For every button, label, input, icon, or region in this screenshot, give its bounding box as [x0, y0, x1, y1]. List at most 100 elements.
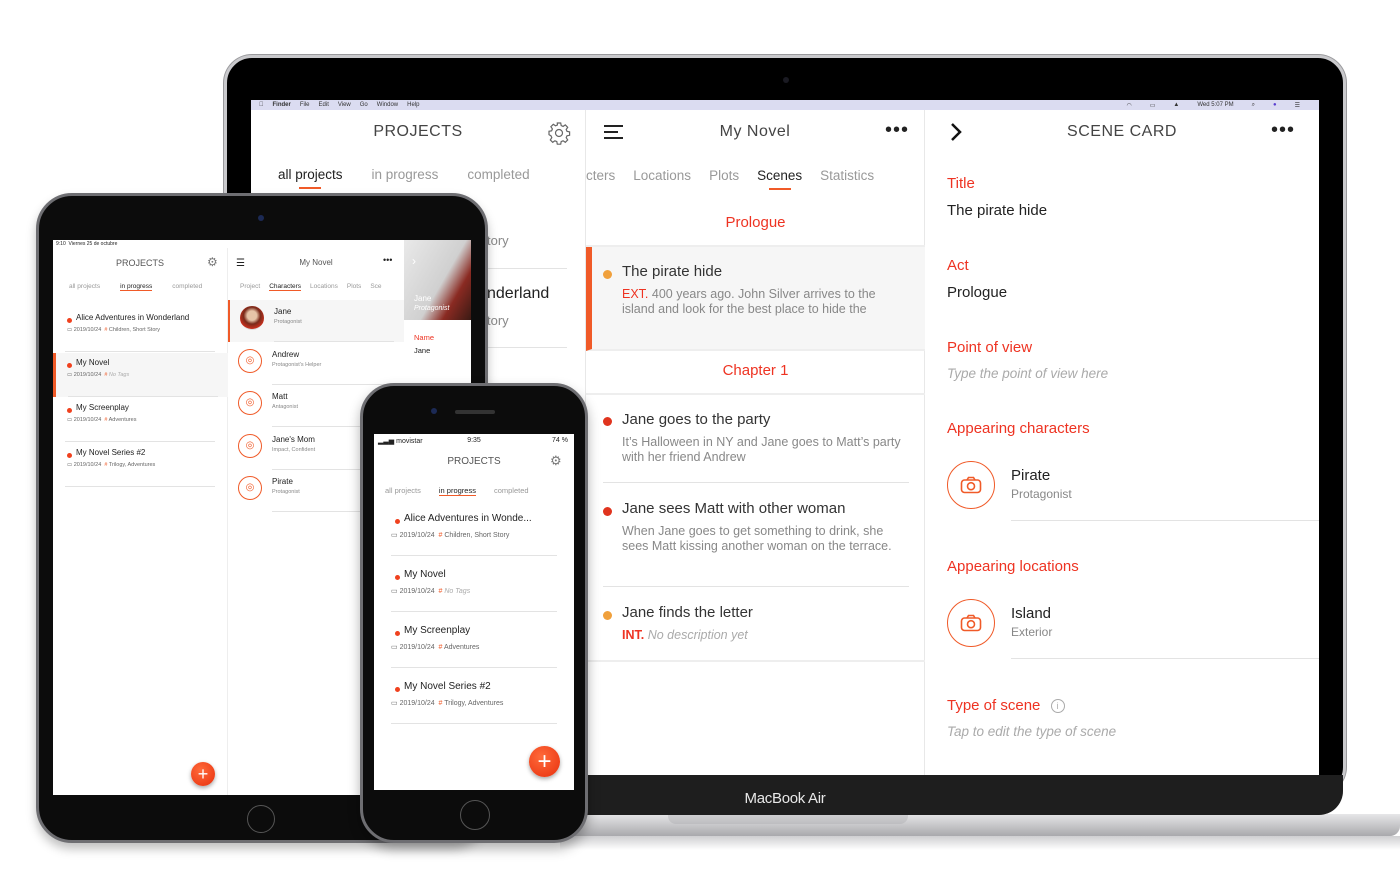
settings-gear-icon[interactable]: ⚙: [550, 453, 562, 469]
menu-finder[interactable]: Finder: [273, 102, 291, 108]
tab-plots[interactable]: Plots: [347, 283, 361, 291]
pov-input[interactable]: Type the point of view here: [947, 366, 1108, 381]
tab-locations[interactable]: Locations: [633, 168, 691, 183]
character-row[interactable]: ◎ Andrew Protagonist's Helper: [228, 343, 404, 385]
character-role: Protagonist's Helper: [272, 361, 322, 368]
settings-gear-icon[interactable]: [547, 121, 571, 145]
project-name: My Novel: [76, 358, 110, 367]
scene-row-selected[interactable]: The pirate hide EXT. 400 years ago. John…: [586, 247, 925, 351]
type-of-scene-input[interactable]: Tap to edit the type of scene: [947, 724, 1116, 739]
project-row[interactable]: My Novel Series #2 ▭ 2019/10/24 # Trilog…: [53, 443, 228, 487]
menu-window[interactable]: Window: [377, 102, 398, 108]
more-options-icon[interactable]: •••: [1271, 119, 1295, 142]
project-name: My Novel Series #2: [76, 448, 146, 457]
menu-go[interactable]: Go: [360, 102, 368, 108]
add-project-button[interactable]: +: [529, 746, 560, 777]
tab-characters[interactable]: cters: [586, 168, 615, 183]
tab-in-progress[interactable]: in progress: [438, 486, 476, 496]
macbook-brand-label: MacBook Air: [744, 790, 826, 807]
chevron-right-icon[interactable]: ›: [412, 254, 416, 268]
settings-gear-icon[interactable]: ⚙: [207, 255, 218, 269]
scene-row[interactable]: Jane sees Matt with other woman When Jan…: [586, 485, 925, 585]
field-label-characters: Appearing characters: [947, 420, 1090, 437]
tab-scenes[interactable]: Sce: [370, 283, 381, 291]
field-value-name[interactable]: Jane: [414, 346, 430, 355]
tab-locations[interactable]: Locations: [310, 283, 338, 291]
project-row[interactable]: My Screenplay ▭ 2019/10/24 # Adventures: [53, 398, 228, 442]
project-row-partial-tags: tory: [487, 313, 509, 328]
project-name: My Novel Series #2: [404, 681, 491, 692]
tab-all-projects[interactable]: all projects: [69, 283, 100, 291]
scene-row[interactable]: Jane finds the letter INT. No descriptio…: [586, 590, 925, 660]
notification-center-icon[interactable]: ☰: [1295, 102, 1300, 109]
status-dot: [603, 611, 612, 620]
tag-icon: #: [104, 462, 108, 468]
menu-edit[interactable]: Edit: [319, 102, 329, 108]
status-dot: [67, 408, 72, 413]
project-row[interactable]: Alice Adventures in Wonde... ▭ 2019/10/2…: [374, 510, 574, 566]
add-project-button[interactable]: +: [191, 762, 215, 786]
project-row[interactable]: My Novel Series #2 ▭ 2019/10/24 # Trilog…: [374, 678, 574, 734]
scene-description: EXT. 400 years ago. John Silver arrives …: [622, 287, 876, 316]
iphone-projects-tabs: all projects in progress completed: [385, 486, 529, 496]
siri-icon[interactable]: ●: [1273, 102, 1277, 109]
character-row[interactable]: Jane Protagonist: [228, 300, 404, 342]
status-dot: [395, 575, 400, 580]
eject-icon[interactable]: ▲: [1173, 102, 1179, 109]
apple-menu-icon[interactable]: : [259, 102, 264, 108]
divider: [391, 667, 557, 668]
location-name[interactable]: Island: [1011, 605, 1051, 622]
iphone-time: 9:35: [467, 437, 481, 444]
tab-completed[interactable]: completed: [467, 167, 529, 182]
tab-all-projects[interactable]: all projects: [278, 167, 343, 189]
project-row-partial-name[interactable]: nderland: [487, 285, 549, 303]
location-avatar[interactable]: [947, 599, 995, 647]
tab-scenes[interactable]: Scenes: [757, 168, 802, 190]
tab-completed[interactable]: completed: [172, 283, 202, 291]
character-name[interactable]: Pirate: [1011, 467, 1050, 484]
tab-all-projects[interactable]: all projects: [385, 486, 421, 496]
tab-completed[interactable]: completed: [494, 486, 529, 496]
tab-in-progress[interactable]: in progress: [120, 283, 153, 291]
macbook-camera: [783, 77, 789, 83]
field-value-title[interactable]: The pirate hide: [947, 202, 1047, 219]
tab-project[interactable]: Project: [240, 283, 260, 291]
project-row[interactable]: My Screenplay ▭ 2019/10/24 # Adventures: [374, 622, 574, 678]
iphone-battery: 74 %: [552, 437, 568, 444]
section-heading-chapter-1: Chapter 1: [586, 362, 925, 395]
character-role-overlay: Protagonist: [414, 305, 450, 312]
menu-view[interactable]: View: [338, 102, 351, 108]
character-role: Protagonist: [274, 319, 302, 325]
wifi-icon[interactable]: ◠: [1126, 102, 1131, 109]
character-avatar[interactable]: [947, 461, 995, 509]
iphone-camera: [431, 408, 437, 414]
project-row[interactable]: My Novel ▭ 2019/10/24 # No Tags: [374, 566, 574, 622]
character-name: Matt: [272, 392, 288, 401]
divider: [65, 486, 215, 487]
iphone-home-button[interactable]: [460, 800, 490, 830]
tab-plots[interactable]: Plots: [709, 168, 739, 183]
tab-characters[interactable]: Characters: [269, 283, 302, 291]
menu-help[interactable]: Help: [407, 102, 419, 108]
more-options-icon[interactable]: •••: [383, 255, 392, 265]
tab-in-progress[interactable]: in progress: [372, 167, 439, 182]
tab-statistics[interactable]: Statistics: [820, 168, 874, 183]
project-meta: ▭ 2019/10/24 # Trilogy, Adventures: [391, 700, 504, 707]
project-row[interactable]: My Novel ▭ 2019/10/24 # No Tags: [53, 353, 228, 397]
field-value-act[interactable]: Prologue: [947, 284, 1007, 301]
more-options-icon[interactable]: •••: [885, 119, 909, 142]
info-icon[interactable]: i: [1050, 699, 1065, 714]
camera-icon: ◎: [238, 391, 262, 415]
project-meta: ▭ 2019/10/24 # No Tags: [391, 588, 471, 595]
menu-file[interactable]: File: [300, 102, 310, 108]
status-dot: [67, 318, 72, 323]
ipad-home-button[interactable]: [247, 805, 275, 833]
scene-row[interactable]: Jane goes to the party It’s Halloween in…: [586, 395, 925, 487]
divider: [65, 351, 215, 352]
calendar-icon: ▭: [391, 644, 398, 651]
airplay-icon[interactable]: ▭: [1150, 102, 1156, 109]
field-label-title: Title: [947, 175, 975, 192]
project-row[interactable]: Alice Adventures in Wonderland ▭ 2019/10…: [53, 308, 228, 352]
menubar-clock[interactable]: Wed 5:07 PM: [1197, 102, 1233, 109]
spotlight-icon[interactable]: ⌕: [1252, 102, 1255, 109]
